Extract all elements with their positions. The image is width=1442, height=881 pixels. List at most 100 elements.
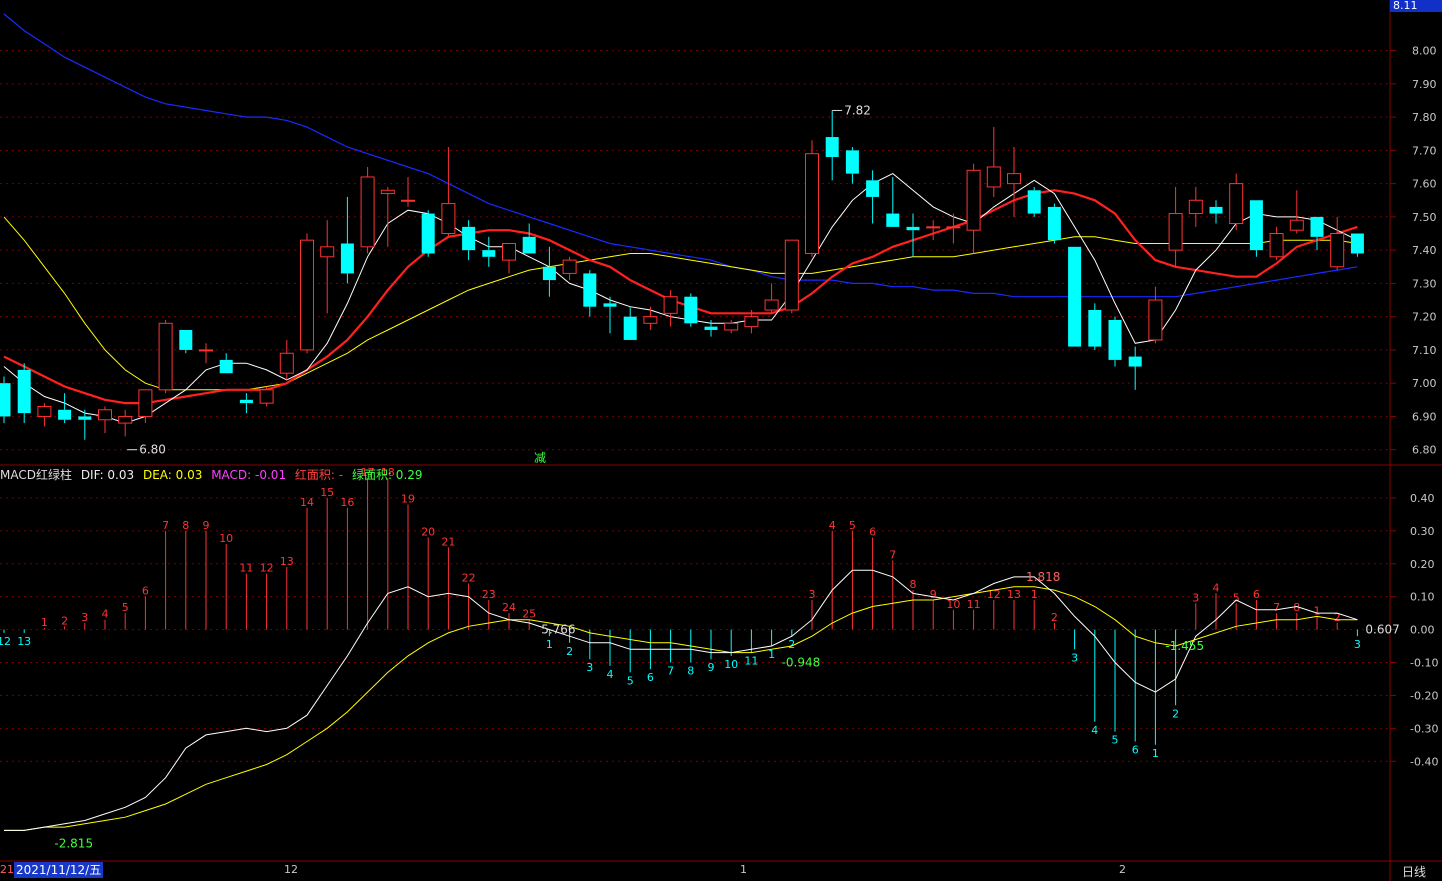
candle[interactable] [98, 406, 112, 434]
candlesticks[interactable] [0, 110, 1364, 440]
price-tick-label: 7.90 [1412, 78, 1437, 91]
candle[interactable] [1269, 226, 1284, 261]
price-tick-label: 7.40 [1412, 244, 1437, 257]
macd-bar-count: 23 [482, 588, 496, 601]
candle[interactable] [1128, 346, 1142, 390]
candle[interactable] [603, 296, 617, 334]
candle[interactable] [1209, 200, 1223, 224]
candle[interactable] [886, 176, 900, 227]
candle[interactable] [623, 306, 637, 340]
candle-body-up [360, 176, 375, 248]
candle[interactable] [522, 223, 536, 254]
candle[interactable] [1289, 190, 1304, 234]
macd-bar-count: 25 [522, 608, 536, 621]
candle[interactable] [1249, 200, 1263, 257]
candle[interactable] [1310, 216, 1324, 251]
candle-body-up [643, 316, 658, 324]
macd-bar-count: 8 [182, 519, 189, 532]
macd-bar-count: 9 [203, 519, 210, 532]
candle[interactable] [1330, 216, 1345, 271]
candle[interactable] [1068, 246, 1082, 347]
period-selector[interactable]: 日线 [1402, 863, 1426, 880]
candle[interactable] [1108, 316, 1122, 367]
candle[interactable] [320, 220, 335, 314]
stock-chart[interactable]: 8.00 7.90 7.80 7.70 7.60 7.50 7.40 7.30 7.20 7.10… [0, 0, 1442, 881]
macd-name[interactable]: MACD红绿柱 [0, 468, 72, 482]
candle[interactable] [562, 256, 577, 281]
candle-body-up [1289, 219, 1304, 231]
macd-bar-count: 3 [1071, 651, 1078, 664]
candle[interactable] [17, 363, 31, 424]
candle[interactable] [0, 376, 11, 424]
candle-body-up [300, 239, 314, 351]
candle-body-up [1269, 233, 1284, 258]
candle[interactable] [1350, 233, 1364, 257]
candle[interactable] [784, 239, 799, 314]
candle[interactable] [158, 319, 173, 394]
candle[interactable] [845, 147, 859, 184]
candle-body-up [1168, 213, 1183, 251]
candle-body-up [986, 166, 1001, 188]
macd-bar-counts: 12 131 2 3 4567 8 91011 121314151617 18192021222… [0, 466, 1361, 760]
macd-tick-label: -0.10 [1410, 657, 1438, 670]
candle[interactable] [401, 176, 415, 207]
candle[interactable] [663, 290, 678, 327]
candle[interactable] [118, 409, 133, 437]
candle[interactable] [1027, 186, 1041, 217]
candle-body-down [704, 326, 718, 330]
candle[interactable] [684, 293, 698, 327]
candle-body-up [1229, 183, 1244, 225]
candle[interactable] [380, 186, 395, 247]
candle[interactable] [1007, 147, 1021, 217]
candle[interactable] [986, 127, 1001, 197]
candle[interactable] [542, 246, 556, 297]
candle-body-down [1249, 200, 1263, 251]
candle-body-down [1027, 190, 1041, 214]
candle[interactable] [724, 319, 739, 334]
ma5-line [3, 173, 1358, 424]
candle[interactable] [1088, 303, 1102, 350]
candle[interactable] [805, 140, 819, 257]
candle[interactable] [441, 147, 456, 237]
candle[interactable] [1188, 186, 1203, 227]
candle[interactable] [300, 233, 314, 354]
macd-bar-count: 15 [320, 486, 334, 499]
macd-tick-label: 0.10 [1410, 591, 1435, 604]
macd-annotations: -2.815 5.766 -0.948 1.818 -1.455 0.607 [54, 570, 1399, 851]
candle[interactable] [219, 353, 233, 374]
candle[interactable] [421, 210, 435, 257]
candle[interactable] [179, 329, 193, 354]
candle[interactable] [966, 163, 981, 254]
candle-body-up [380, 189, 395, 195]
candle[interactable] [1229, 173, 1244, 231]
candle[interactable] [764, 283, 779, 314]
candle[interactable] [502, 242, 516, 274]
price-tick-label: 7.20 [1412, 311, 1437, 324]
candle[interactable] [926, 220, 941, 241]
candle[interactable] [482, 236, 496, 267]
macd-bar-count: 6 [647, 671, 654, 684]
candle[interactable] [58, 393, 72, 424]
candle[interactable] [866, 170, 880, 224]
candle[interactable] [825, 110, 839, 181]
candle[interactable] [462, 220, 476, 261]
macd-macd-value: MACD: -0.01 [211, 468, 287, 482]
candle[interactable] [643, 306, 658, 330]
candle[interactable] [1148, 286, 1163, 344]
candle[interactable] [1047, 203, 1061, 244]
candle[interactable] [199, 343, 213, 364]
candle[interactable] [279, 339, 294, 380]
candle[interactable] [239, 393, 253, 414]
candle[interactable] [37, 403, 52, 427]
candle[interactable] [1168, 186, 1183, 267]
macd-red-area: 红面积: - [294, 468, 344, 482]
candle[interactable] [360, 166, 375, 254]
candle-body-down [0, 383, 11, 417]
candle[interactable] [259, 386, 274, 407]
candle[interactable] [906, 213, 920, 257]
candle-body-down [1088, 310, 1102, 347]
candle[interactable] [340, 196, 354, 284]
candle-body-down [1068, 246, 1082, 347]
macd-bar-count: 14 [300, 496, 314, 509]
candle[interactable] [583, 270, 597, 317]
